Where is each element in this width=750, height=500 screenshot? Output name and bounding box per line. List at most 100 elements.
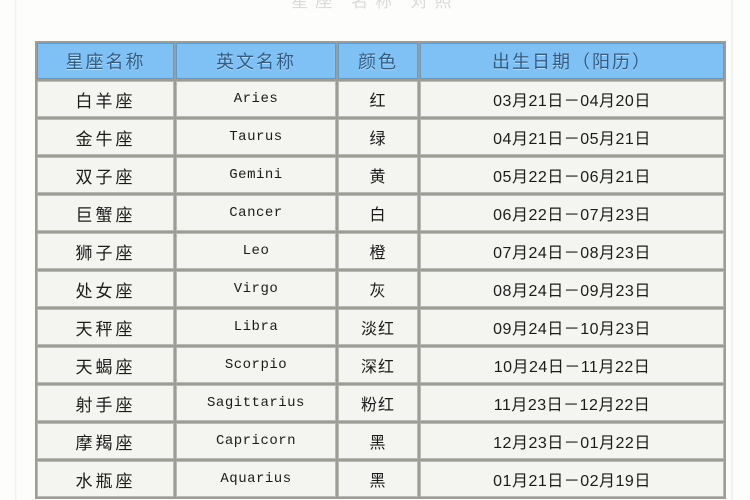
table-row: 处女座 Virgo 灰 08月24日－09月23日	[37, 271, 724, 307]
cell-birth-date: 08月24日－09月23日	[420, 271, 724, 307]
cell-zodiac-name-text: 白羊座	[75, 91, 136, 111]
cell-zodiac-name-text: 天蝎座	[75, 357, 136, 377]
cell-birth-date-text: 08月24日－09月23日	[493, 283, 651, 300]
cell-color-text: 深红	[360, 359, 395, 376]
cell-english-name-text: Scorpio	[224, 357, 288, 373]
cell-zodiac-name: 白羊座	[37, 81, 174, 117]
cell-zodiac-name: 射手座	[37, 385, 174, 421]
clipped-caption-remnant: 星座 名称 对照	[0, 0, 750, 11]
cell-english-name: Aquarius	[176, 461, 336, 497]
table-body: 白羊座 Aries 红 03月21日－04月20日金牛座 Taurus 绿 04月21日－0…	[37, 81, 724, 497]
cell-zodiac-name: 处女座	[37, 271, 174, 307]
cell-english-name-text: Libra	[233, 319, 279, 335]
clipped-caption-text: 星座 名称 对照	[291, 0, 459, 11]
table-row: 天蝎座 Scorpio 深红 10月24日－11月22日	[37, 347, 724, 383]
cell-color-text: 橙	[369, 245, 387, 262]
column-header-english-name-label: 英文名称	[216, 52, 296, 72]
cell-color-text: 绿	[369, 131, 387, 148]
cell-color-text: 红	[369, 93, 387, 110]
cell-color-text: 黑	[369, 473, 387, 490]
cell-color: 灰	[338, 271, 418, 307]
cell-color-text: 粉红	[360, 397, 395, 414]
cell-english-name: Sagittarius	[176, 385, 336, 421]
cell-birth-date: 01月21日－02月19日	[420, 461, 724, 497]
table-row: 水瓶座 Aquarius 黑 01月21日－02月19日	[37, 461, 724, 497]
cell-zodiac-name: 水瓶座	[37, 461, 174, 497]
cell-english-name: Leo	[176, 233, 336, 269]
cell-zodiac-name-text: 巨蟹座	[75, 205, 136, 225]
table-row: 狮子座 Leo 橙 07月24日－08月23日	[37, 233, 724, 269]
cell-english-name-text: Aquarius	[220, 471, 292, 487]
cell-english-name: Cancer	[176, 195, 336, 231]
cell-zodiac-name: 天蝎座	[37, 347, 174, 383]
table-row: 天秤座 Libra 淡红 09月24日－10月23日	[37, 309, 724, 345]
cell-english-name-text: Cancer	[229, 205, 283, 221]
cell-birth-date: 10月24日－11月22日	[420, 347, 724, 383]
table-header: 星座名称 英文名称 颜色 出生日期（阳历）	[37, 43, 724, 79]
cell-english-name-text: Aries	[233, 91, 279, 107]
column-header-english-name: 英文名称	[176, 43, 336, 79]
cell-birth-date-text: 01月21日－02月19日	[493, 473, 651, 490]
table-row: 白羊座 Aries 红 03月21日－04月20日	[37, 81, 724, 117]
cell-zodiac-name-text: 摩羯座	[75, 433, 136, 453]
cell-birth-date-text: 11月23日－12月22日	[493, 397, 651, 414]
cell-birth-date: 07月24日－08月23日	[420, 233, 724, 269]
cell-color: 红	[338, 81, 418, 117]
cell-english-name: Aries	[176, 81, 336, 117]
cell-birth-date: 04月21日－05月21日	[420, 119, 724, 155]
table-row: 双子座 Gemini 黄 05月22日－06月21日	[37, 157, 724, 193]
cell-english-name: Libra	[176, 309, 336, 345]
cell-color: 橙	[338, 233, 418, 269]
cell-zodiac-name: 双子座	[37, 157, 174, 193]
cell-birth-date-text: 03月21日－04月20日	[493, 93, 651, 110]
zodiac-table: 星座名称 英文名称 颜色 出生日期（阳历） 白羊座 Aries 红 03月21日－04…	[35, 41, 726, 499]
cell-zodiac-name-text: 金牛座	[75, 129, 136, 149]
column-header-zodiac-name: 星座名称	[37, 43, 174, 79]
cell-birth-date-text: 12月23日－01月22日	[493, 435, 651, 452]
cell-color: 淡红	[338, 309, 418, 345]
cell-zodiac-name-text: 射手座	[75, 395, 136, 415]
column-header-birth-date-label: 出生日期（阳历）	[492, 52, 652, 72]
cell-color: 白	[338, 195, 418, 231]
cell-birth-date-text: 04月21日－05月21日	[493, 131, 651, 148]
cell-english-name-text: Gemini	[229, 167, 283, 183]
cell-english-name-text: Taurus	[229, 129, 283, 145]
cell-zodiac-name: 天秤座	[37, 309, 174, 345]
column-header-color-label: 颜色	[358, 52, 398, 72]
cell-color-text: 灰	[369, 283, 387, 300]
cell-color: 黑	[338, 461, 418, 497]
cell-zodiac-name: 狮子座	[37, 233, 174, 269]
cell-birth-date-text: 09月24日－10月23日	[493, 321, 651, 338]
table-row: 射手座 Sagittarius 粉红 11月23日－12月22日	[37, 385, 724, 421]
cell-zodiac-name-text: 狮子座	[75, 243, 136, 263]
cell-english-name: Scorpio	[176, 347, 336, 383]
table-row: 摩羯座 Capricorn 黑 12月23日－01月22日	[37, 423, 724, 459]
cell-color-text: 黄	[369, 169, 387, 186]
cell-birth-date-text: 06月22日－07月23日	[493, 207, 651, 224]
cell-color: 粉红	[338, 385, 418, 421]
zodiac-table-container: 星座名称 英文名称 颜色 出生日期（阳历） 白羊座 Aries 红 03月21日－04…	[35, 41, 726, 499]
cell-english-name-text: Leo	[242, 243, 270, 259]
cell-color: 深红	[338, 347, 418, 383]
cell-birth-date: 09月24日－10月23日	[420, 309, 724, 345]
scanned-page: 星座 名称 对照 星座名称 英文名称 颜色 出生日期（阳历） 白羊座 Aries…	[0, 0, 750, 500]
cell-zodiac-name: 摩羯座	[37, 423, 174, 459]
cell-zodiac-name: 金牛座	[37, 119, 174, 155]
cell-color-text: 淡红	[360, 321, 395, 338]
cell-english-name-text: Capricorn	[215, 433, 297, 449]
cell-birth-date: 05月22日－06月21日	[420, 157, 724, 193]
cell-color: 黄	[338, 157, 418, 193]
cell-zodiac-name: 巨蟹座	[37, 195, 174, 231]
cell-color-text: 黑	[369, 435, 387, 452]
cell-color: 绿	[338, 119, 418, 155]
column-header-zodiac-name-label: 星座名称	[65, 52, 146, 72]
cell-zodiac-name-text: 天秤座	[75, 319, 136, 339]
cell-birth-date: 06月22日－07月23日	[420, 195, 724, 231]
cell-english-name: Capricorn	[176, 423, 336, 459]
cell-color-text: 白	[369, 207, 387, 224]
table-row: 金牛座 Taurus 绿 04月21日－05月21日	[37, 119, 724, 155]
cell-birth-date-text: 10月24日－11月22日	[493, 359, 651, 376]
cell-english-name-text: Sagittarius	[207, 395, 305, 411]
cell-birth-date: 03月21日－04月20日	[420, 81, 724, 117]
cell-zodiac-name-text: 处女座	[75, 281, 136, 301]
